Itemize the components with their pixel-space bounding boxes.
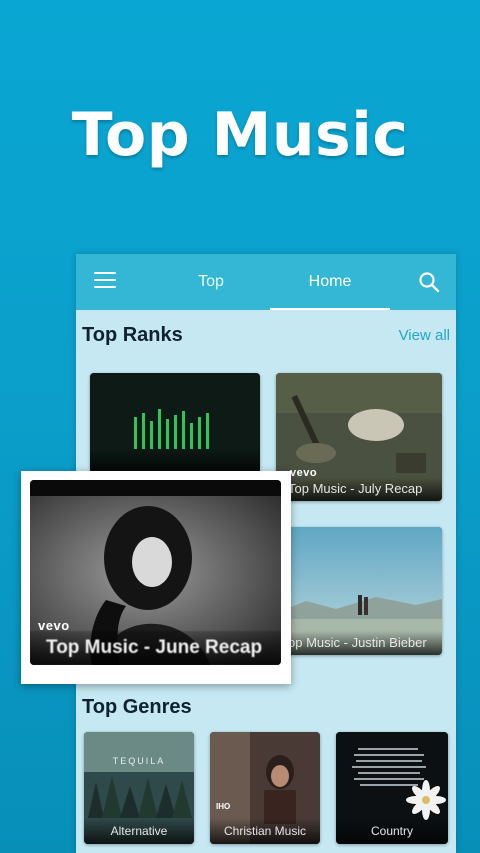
genre-art-text: IHO <box>216 802 231 811</box>
promo-headline: Top Music <box>71 100 409 170</box>
genre-art-text: TEQUILA <box>112 756 166 766</box>
featured-video-card[interactable]: vevo Top Music - June Recap <box>30 480 281 665</box>
genre-title: Alternative <box>84 818 194 844</box>
tab-home[interactable]: Home <box>270 254 390 310</box>
menu-icon[interactable] <box>94 272 116 290</box>
top-ranks-title: Top Ranks <box>82 324 183 346</box>
app-bar: Top Home <box>76 254 456 310</box>
genre-title: Country <box>336 818 448 844</box>
tab-indicator <box>270 308 390 310</box>
genre-card[interactable]: Country <box>336 732 448 844</box>
card-title: Top Music - July Recap <box>276 477 442 501</box>
view-all-link[interactable]: View all <box>399 327 450 344</box>
top-rank-card[interactable]: vevo Top Music - July Recap <box>276 373 442 501</box>
genre-card[interactable]: TEQUILA Alternative <box>84 732 194 844</box>
genre-title: Christian Music <box>210 818 320 844</box>
card-title <box>90 449 260 473</box>
search-icon[interactable] <box>417 270 441 294</box>
featured-card-frame: vevo Top Music - June Recap <box>21 471 291 684</box>
top-rank-card[interactable]: op Music - Justin Bieber <box>276 527 442 655</box>
card-title: op Music - Justin Bieber <box>276 631 442 655</box>
featured-card-title: Top Music - June Recap <box>30 631 281 665</box>
tab-top[interactable]: Top <box>166 254 256 310</box>
genre-card[interactable]: IHO Christian Music <box>210 732 320 844</box>
top-genres-title: Top Genres <box>82 696 192 718</box>
top-rank-card[interactable] <box>90 373 260 473</box>
